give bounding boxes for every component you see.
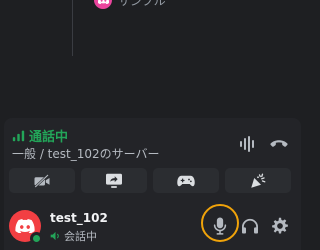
phone-hangup-icon [270, 140, 288, 147]
user-panel: test_102 会話中 [4, 202, 301, 250]
voice-channel-link[interactable]: 一般 / test_102のサーバー [12, 145, 160, 162]
deafen-button[interactable] [236, 212, 264, 240]
activities-button[interactable] [153, 168, 219, 193]
voice-status-label: 通話中 [29, 130, 69, 145]
mute-microphone-button[interactable] [206, 212, 234, 240]
author-avatar[interactable] [94, 0, 112, 9]
message-author-row: サンプル [94, 0, 166, 9]
app-root: サンプル 通話中 一般 / test_102のサーバー test_102 会話中 [0, 0, 305, 250]
camera-toggle-button[interactable] [9, 168, 75, 193]
soundboard-button[interactable] [225, 168, 291, 193]
noise-suppression-button[interactable] [237, 133, 259, 155]
signal-strength-icon [12, 130, 25, 142]
voice-connection-panel: 通話中 一般 / test_102のサーバー [4, 118, 301, 202]
chat-area: サンプル [0, 0, 305, 118]
screen-share-button[interactable] [81, 168, 147, 193]
speaker-icon [50, 231, 59, 241]
sound-wave-icon [240, 136, 254, 152]
username[interactable]: test_102 [50, 211, 108, 225]
author-name[interactable]: サンプル [118, 0, 166, 9]
user-status-row: 会話中 [50, 228, 97, 244]
screen-share-icon [106, 173, 122, 188]
user-status-text: 会話中 [64, 230, 97, 243]
thread-line [72, 0, 73, 56]
online-status-dot [30, 232, 43, 245]
camera-off-icon [34, 173, 50, 188]
headphones-icon [242, 218, 258, 234]
disconnect-button[interactable] [268, 133, 290, 155]
discord-logo-icon [15, 219, 35, 233]
microphone-icon [213, 217, 227, 235]
user-settings-button[interactable] [266, 212, 294, 240]
discord-logo-icon [97, 0, 109, 4]
settings-gear-icon [272, 217, 288, 234]
voice-status-row[interactable]: 通話中 [12, 126, 68, 145]
soundboard-party-icon [251, 173, 266, 188]
gamepad-icon [177, 175, 195, 186]
